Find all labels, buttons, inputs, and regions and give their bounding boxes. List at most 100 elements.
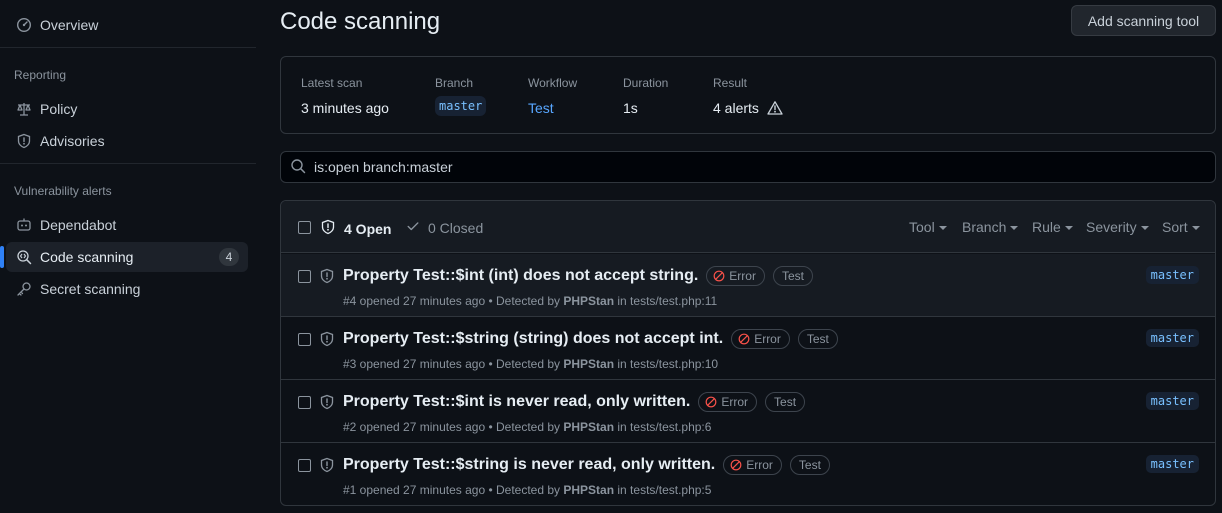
branch-label[interactable]: master bbox=[1145, 392, 1199, 410]
latest-scan-value: 3 minutes ago bbox=[301, 100, 389, 116]
alert-row[interactable]: Property Test::$string is never read, on… bbox=[281, 443, 1215, 505]
sidebar: Overview Reporting Policy Advisories Vul… bbox=[0, 0, 256, 513]
row-checkbox[interactable] bbox=[298, 270, 311, 283]
error-icon bbox=[713, 270, 725, 282]
rule-filter-dropdown[interactable]: Rule bbox=[1032, 219, 1073, 235]
chevron-down-icon bbox=[1010, 226, 1019, 230]
alerts-list: 4 Open 0 Closed Tool Branch Rule Severit… bbox=[280, 200, 1216, 506]
alert-meta: #2 opened 27 minutes ago • Detected by P… bbox=[343, 420, 711, 434]
alert-row[interactable]: Property Test::$string (string) does not… bbox=[281, 317, 1215, 380]
workflow-column: Workflow Test bbox=[528, 76, 577, 116]
tag-badge[interactable]: Test bbox=[789, 455, 830, 475]
shield-icon bbox=[16, 133, 32, 149]
result-label: Result bbox=[713, 76, 748, 90]
alert-title-link[interactable]: Property Test::$int (int) does not accep… bbox=[343, 267, 698, 285]
key-icon bbox=[16, 281, 32, 297]
row-checkbox[interactable] bbox=[298, 459, 311, 472]
sidebar-item-advisories[interactable]: Advisories bbox=[6, 126, 248, 156]
shield-alert-icon bbox=[319, 457, 335, 473]
severity-label: Error bbox=[721, 395, 749, 409]
chevron-down-icon bbox=[938, 226, 947, 230]
count-badge: 4 bbox=[219, 248, 239, 266]
chevron-down-icon bbox=[1191, 226, 1200, 230]
alert-meta: #3 opened 27 minutes ago • Detected by P… bbox=[343, 357, 718, 371]
branch-label[interactable]: master bbox=[1145, 455, 1199, 473]
shield-alert-icon bbox=[320, 219, 336, 238]
severity-badge: Error bbox=[706, 266, 765, 286]
branch-value[interactable]: master bbox=[435, 96, 487, 116]
alert-title-row: Property Test::$int is never read, only … bbox=[343, 392, 806, 412]
error-icon bbox=[705, 396, 717, 408]
meta-text: #4 opened 27 minutes ago • Detected by bbox=[343, 294, 564, 308]
workflow-link[interactable]: Test bbox=[528, 100, 577, 116]
meta-location: in tests/test.php:6 bbox=[614, 420, 712, 434]
branch-label[interactable]: master bbox=[1145, 266, 1199, 284]
meta-location: in tests/test.php:5 bbox=[614, 483, 712, 497]
severity-filter-dropdown[interactable]: Severity bbox=[1086, 219, 1149, 235]
section-heading-vulnerability-alerts: Vulnerability alerts bbox=[14, 184, 112, 198]
sidebar-item-label: Overview bbox=[40, 17, 99, 33]
law-icon bbox=[16, 101, 32, 117]
search-input[interactable] bbox=[314, 159, 1194, 175]
divider bbox=[0, 47, 256, 48]
branch-column: Branch master bbox=[435, 76, 487, 116]
alert-row[interactable]: Property Test::$int (int) does not accep… bbox=[281, 254, 1215, 317]
duration-column: Duration 1s bbox=[623, 76, 668, 116]
alert-title-link[interactable]: Property Test::$string (string) does not… bbox=[343, 330, 723, 348]
alert-icon bbox=[767, 100, 783, 116]
alert-title-link[interactable]: Property Test::$int is never read, only … bbox=[343, 393, 690, 411]
meta-text: #3 opened 27 minutes ago • Detected by bbox=[343, 357, 564, 371]
result-value: 4 alerts bbox=[713, 100, 783, 116]
alerts-list-header: 4 Open 0 Closed Tool Branch Rule Severit… bbox=[281, 201, 1215, 253]
closed-filter[interactable]: 0 Closed bbox=[406, 219, 483, 236]
shield-alert-icon bbox=[319, 331, 335, 347]
filter-label: Branch bbox=[962, 219, 1007, 235]
sidebar-item-code-scanning[interactable]: Code scanning 4 bbox=[0, 242, 248, 272]
workflow-label: Workflow bbox=[528, 76, 578, 90]
alert-title-row: Property Test::$int (int) does not accep… bbox=[343, 266, 813, 286]
filter-label: Sort bbox=[1162, 219, 1188, 235]
code-scan-icon bbox=[16, 249, 32, 265]
row-checkbox[interactable] bbox=[298, 396, 311, 409]
chevron-down-icon bbox=[1064, 226, 1073, 230]
meta-location: in tests/test.php:11 bbox=[614, 294, 718, 308]
tag-badge[interactable]: Test bbox=[772, 266, 813, 286]
sidebar-item-label: Code scanning bbox=[40, 249, 134, 265]
dependabot-icon bbox=[16, 217, 32, 233]
branch-label[interactable]: master bbox=[1145, 329, 1199, 347]
open-filter[interactable]: 4 Open bbox=[320, 219, 391, 238]
duration-label: Duration bbox=[623, 76, 669, 90]
tag-badge[interactable]: Test bbox=[765, 392, 806, 412]
chevron-down-icon bbox=[1140, 226, 1149, 230]
alert-title-link[interactable]: Property Test::$string is never read, on… bbox=[343, 456, 715, 474]
alert-search[interactable] bbox=[280, 151, 1216, 183]
result-column: Result 4 alerts bbox=[713, 76, 783, 116]
sidebar-item-dependabot[interactable]: Dependabot bbox=[6, 210, 248, 240]
sidebar-item-secret-scanning[interactable]: Secret scanning bbox=[6, 274, 248, 304]
open-count: 4 Open bbox=[344, 220, 392, 237]
divider bbox=[0, 163, 256, 164]
sidebar-item-policy[interactable]: Policy bbox=[6, 94, 248, 124]
meter-icon bbox=[16, 17, 32, 33]
alert-row[interactable]: Property Test::$int is never read, only … bbox=[281, 380, 1215, 443]
branch-filter-dropdown[interactable]: Branch bbox=[962, 219, 1019, 235]
select-all-checkbox[interactable] bbox=[298, 221, 311, 234]
meta-text: #2 opened 27 minutes ago • Detected by bbox=[343, 420, 564, 434]
row-checkbox[interactable] bbox=[298, 333, 311, 346]
alert-meta: #1 opened 27 minutes ago • Detected by P… bbox=[343, 483, 711, 497]
filter-label: Tool bbox=[909, 219, 935, 235]
severity-label: Error bbox=[754, 332, 781, 346]
tool-filter-dropdown[interactable]: Tool bbox=[909, 219, 947, 235]
add-scanning-tool-button[interactable]: Add scanning tool bbox=[1071, 5, 1216, 36]
tag-badge[interactable]: Test bbox=[797, 329, 838, 349]
duration-value: 1s bbox=[623, 100, 638, 116]
sidebar-item-overview[interactable]: Overview bbox=[6, 10, 248, 40]
sort-dropdown[interactable]: Sort bbox=[1162, 219, 1200, 235]
alert-meta: #4 opened 27 minutes ago • Detected by P… bbox=[343, 294, 717, 308]
latest-scan-column: Latest scan 3 minutes ago bbox=[301, 76, 389, 116]
shield-alert-icon bbox=[319, 268, 335, 284]
latest-scan-label: Latest scan bbox=[301, 76, 363, 90]
alert-title-row: Property Test::$string (string) does not… bbox=[343, 329, 838, 349]
filter-label: Severity bbox=[1086, 219, 1137, 235]
result-text: 4 alerts bbox=[713, 100, 759, 116]
